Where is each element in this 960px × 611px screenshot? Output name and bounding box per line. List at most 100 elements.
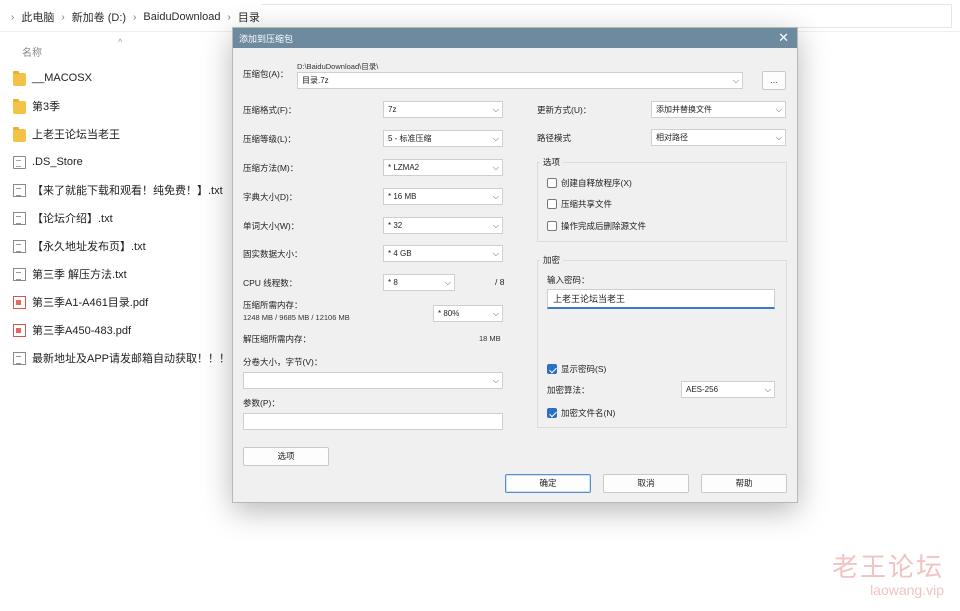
cancel-button[interactable]: 取消 <box>603 474 689 493</box>
browse-button[interactable]: ... <box>762 71 786 90</box>
password-input[interactable]: 上老王论坛当老王 <box>547 289 775 309</box>
list-item[interactable]: 第3季 <box>0 92 232 120</box>
pdf-icon <box>13 295 26 309</box>
level-value: 5 - 标准压缩 <box>388 134 432 143</box>
chevron-down-icon: ⌵ <box>492 309 499 318</box>
chevron-down-icon: ⌵ <box>732 76 739 85</box>
create-sfx-label: 创建自释放程序(X) <box>561 178 632 188</box>
encryption-method-value: AES-256 <box>686 385 719 394</box>
chevron-down-icon: ⌵ <box>764 385 771 394</box>
parameters-input[interactable] <box>243 413 503 430</box>
list-item[interactable]: 上老王论坛当老王 <box>0 120 232 148</box>
list-item[interactable]: 第三季A1-A461目录.pdf <box>0 288 232 316</box>
delete-after-checkbox[interactable]: 操作完成后删除源文件 <box>547 220 646 232</box>
format-value: 7z <box>388 105 397 114</box>
ok-button[interactable]: 确定 <box>505 474 591 493</box>
split-volume-label: 分卷大小，字节(V)： <box>243 357 323 367</box>
list-item[interactable]: 最新地址及APP请发邮箱自动获取！！！ ... <box>0 344 232 372</box>
breadcrumb-this-pc[interactable]: 此电脑 <box>21 9 54 25</box>
folder-icon <box>13 98 26 114</box>
list-item[interactable]: 【来了就能下载和观看！纯免费！】.txt <box>0 176 232 204</box>
chevron-down-icon: ⌵ <box>775 105 782 114</box>
file-list: __MACOSX 第3季 上老王论坛当老王 .DS_Store 【来了就能下载和… <box>0 64 232 372</box>
breadcrumb-drive[interactable]: 新加卷 (D:) <box>72 9 126 25</box>
chevron-right-icon: › <box>133 11 137 23</box>
password-label: 输入密码： <box>547 275 590 285</box>
file-name: 【来了就能下载和观看！纯免费！】.txt <box>32 185 223 197</box>
solid-size-select[interactable]: * 4 GB ⌵ <box>383 245 503 262</box>
list-item[interactable]: 第三季A450-483.pdf <box>0 316 232 344</box>
list-item[interactable]: 【论坛介绍】.txt <box>0 204 232 232</box>
address-field[interactable] <box>262 4 952 28</box>
chevron-down-icon: ⌵ <box>444 278 451 287</box>
file-name: 【永久地址发布页】.txt <box>32 241 146 253</box>
cpu-threads-select[interactable]: * 8 ⌵ <box>383 274 455 291</box>
chevron-right-icon: › <box>11 11 15 23</box>
checkbox-checked-icon <box>547 364 557 374</box>
show-password-checkbox[interactable]: 显示密码(S) <box>547 363 606 375</box>
update-mode-value: 添加并替换文件 <box>656 105 712 114</box>
encrypt-filenames-checkbox[interactable]: 加密文件名(N) <box>547 407 615 419</box>
path-mode-select[interactable]: 相对路径 ⌵ <box>651 129 786 146</box>
help-button[interactable]: 帮助 <box>701 474 787 493</box>
update-mode-label: 更新方式(U)： <box>537 105 592 115</box>
options-button[interactable]: 选项 <box>243 447 329 466</box>
text-file-icon <box>13 351 26 365</box>
word-size-select[interactable]: * 32 ⌵ <box>383 217 503 234</box>
dictionary-value: * 16 MB <box>388 192 417 201</box>
breadcrumb-current[interactable]: 目录 <box>238 9 260 25</box>
path-mode-value: 相对路径 <box>656 133 688 142</box>
file-name: __MACOSX <box>32 72 92 84</box>
folder-icon <box>13 126 26 142</box>
checkbox-unchecked-icon <box>547 221 557 231</box>
archive-name-combo[interactable]: 目录.7z ⌵ <box>297 72 743 89</box>
format-label: 压缩格式(F)： <box>243 105 297 115</box>
close-icon[interactable]: ✕ <box>778 29 789 47</box>
column-header-name[interactable]: 名称 <box>22 44 42 59</box>
split-volume-select[interactable]: ⌵ <box>243 372 503 389</box>
text-file-icon <box>13 239 26 253</box>
path-mode-label: 路径模式 <box>537 133 572 143</box>
dictionary-select[interactable]: * 16 MB ⌵ <box>383 188 503 205</box>
file-name: .DS_Store <box>32 156 83 168</box>
memory-percent-select[interactable]: * 80% ⌵ <box>433 305 503 322</box>
chevron-down-icon: ⌵ <box>492 376 499 385</box>
compress-shared-label: 压缩共享文件 <box>561 199 613 209</box>
create-sfx-checkbox[interactable]: 创建自释放程序(X) <box>547 177 632 189</box>
list-item[interactable]: .DS_Store <box>0 148 232 176</box>
method-label: 压缩方法(M)： <box>243 163 299 173</box>
method-select[interactable]: * LZMA2 ⌵ <box>383 159 503 176</box>
memory-detail: 1248 MB / 9685 MB / 12106 MB <box>243 313 350 322</box>
chevron-down-icon: ⌵ <box>492 221 499 230</box>
list-item[interactable]: 【永久地址发布页】.txt <box>0 232 232 260</box>
file-name: 最新地址及APP请发邮箱自动获取！！！ ... <box>32 353 232 365</box>
memory-label: 压缩所需内存： <box>243 300 303 310</box>
parameters-label: 参数(P)： <box>243 398 280 408</box>
breadcrumb: › 此电脑 › 新加卷 (D:) › BaiduDownload › 目录 <box>4 9 260 25</box>
site-watermark: 老王论坛 laowang.vip <box>832 547 944 598</box>
chevron-down-icon: ⌵ <box>492 105 499 114</box>
chevron-down-icon: ⌵ <box>492 249 499 258</box>
add-to-archive-dialog: 添加到压缩包 ✕ 压缩包(A)： D:\BaiduDownload\目录\ 目录… <box>232 27 798 503</box>
word-size-label: 单词大小(W)： <box>243 221 300 231</box>
folder-icon <box>13 70 26 86</box>
dialog-titlebar[interactable]: 添加到压缩包 ✕ <box>233 28 797 48</box>
chevron-down-icon: ⌵ <box>492 163 499 172</box>
file-name: 第三季A1-A461目录.pdf <box>32 297 149 309</box>
chevron-down-icon: ⌵ <box>492 192 499 201</box>
checkbox-unchecked-icon <box>547 178 557 188</box>
encryption-method-select[interactable]: AES-256 ⌵ <box>681 381 775 398</box>
level-label: 压缩等级(L)： <box>243 134 296 144</box>
list-item[interactable]: __MACOSX <box>0 64 232 92</box>
list-item[interactable]: 第三季 解压方法.txt <box>0 260 232 288</box>
format-select[interactable]: 7z ⌵ <box>383 101 503 118</box>
checkbox-unchecked-icon <box>547 199 557 209</box>
breadcrumb-baidudownload[interactable]: BaiduDownload <box>143 11 220 23</box>
level-select[interactable]: 5 - 标准压缩 ⌵ <box>383 130 503 147</box>
compress-shared-checkbox[interactable]: 压缩共享文件 <box>547 198 612 210</box>
password-value: 上老王论坛当老王 <box>553 294 626 304</box>
checkbox-checked-icon <box>547 408 557 418</box>
cpu-threads-label: CPU 线程数： <box>243 278 298 288</box>
watermark-title: 老王论坛 <box>831 553 944 583</box>
update-mode-select[interactable]: 添加并替换文件 ⌵ <box>651 101 786 118</box>
